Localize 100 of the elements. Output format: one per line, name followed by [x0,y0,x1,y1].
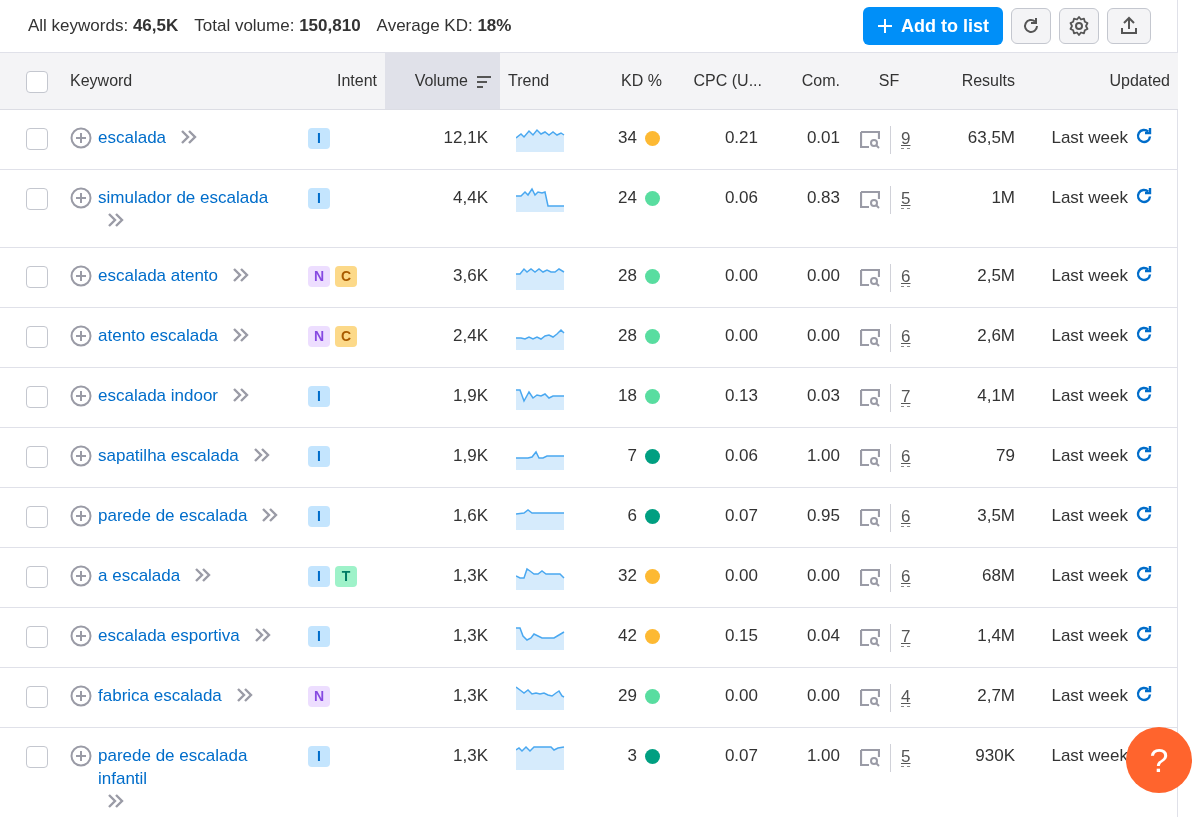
serp-features-icon[interactable] [860,329,880,347]
serp-features-count[interactable]: 6 [901,507,911,528]
add-keyword-icon[interactable] [70,445,92,467]
column-header[interactable]: Keyword [60,52,298,110]
row-checkbox[interactable] [26,685,48,708]
refresh-icon[interactable] [1011,8,1051,44]
serp-features-icon[interactable] [860,449,880,467]
serp-features-icon[interactable] [860,749,880,767]
keyword-link[interactable]: a escalada [98,564,181,587]
row-checkbox[interactable] [26,187,48,210]
row-checkbox[interactable] [26,565,48,588]
select-all-checkbox[interactable] [26,70,48,93]
double-chevron-icon[interactable] [192,567,213,583]
serp-features-icon[interactable] [860,269,880,287]
row-checkbox[interactable] [26,127,48,150]
serp-features-count[interactable]: 7 [901,387,911,408]
serp-features-count[interactable]: 5 [901,747,911,768]
serp-features-count[interactable]: 6 [901,327,911,348]
keyword-link[interactable]: escalada indoor [98,384,219,407]
add-keyword-icon[interactable] [70,325,92,347]
volume-value: 4,4K [453,188,488,207]
double-chevron-icon[interactable] [106,793,126,809]
intent-badge: I [308,446,330,467]
add-keyword-icon[interactable] [70,505,92,527]
row-checkbox[interactable] [26,505,48,528]
add-keyword-icon[interactable] [70,685,92,707]
keyword-link[interactable]: atento escalada [98,324,219,347]
volume-value: 1,9K [453,446,488,465]
add-keyword-icon[interactable] [70,187,92,209]
refresh-icon[interactable] [1134,384,1154,404]
row-checkbox[interactable] [26,265,48,288]
double-chevron-icon[interactable] [230,267,251,283]
keyword-link[interactable]: fabrica escalada [98,684,222,707]
row-checkbox[interactable] [26,745,48,768]
serp-features-icon[interactable] [860,629,880,647]
double-chevron-icon[interactable] [106,212,126,228]
refresh-icon[interactable] [1134,504,1154,524]
row-checkbox[interactable] [26,625,48,648]
serp-features-icon[interactable] [860,131,880,149]
row-checkbox[interactable] [26,325,48,348]
serp-features-icon[interactable] [860,389,880,407]
updated-text: Last week [1051,686,1128,705]
row-checkbox[interactable] [26,445,48,468]
keyword-link[interactable]: parede de escalada [98,504,248,527]
competition-value: 0.00 [806,326,840,345]
column-header[interactable]: Updated [1023,52,1178,110]
keyword-link[interactable]: escalada atento [98,264,219,287]
refresh-icon[interactable] [1134,444,1154,464]
serp-features-count[interactable]: 6 [901,567,911,588]
column-header[interactable]: Results [930,52,1023,110]
keyword-link[interactable]: escalada esportiva [98,624,240,647]
keyword-link[interactable]: parede de escalada infantil [98,744,290,790]
keyword-link[interactable]: sapatilha escalada [98,444,239,467]
double-chevron-icon[interactable] [234,687,255,703]
serp-features-count[interactable]: 6 [901,447,911,468]
serp-features-count[interactable]: 4 [901,687,911,708]
serp-features-icon[interactable] [860,509,880,527]
column-header[interactable]: Intent [298,52,385,110]
add-keyword-icon[interactable] [70,385,92,407]
column-header[interactable]: Trend [500,52,580,110]
add-keyword-icon[interactable] [70,265,92,287]
updated-text: Last week [1051,386,1128,405]
settings-icon[interactable] [1059,8,1099,44]
double-chevron-icon[interactable] [178,129,199,145]
add-keyword-icon[interactable] [70,127,92,149]
volume-value: 12,1K [443,128,488,147]
keyword-link[interactable]: escalada [98,126,167,149]
column-header[interactable]: KD % [580,52,670,110]
add-keyword-icon[interactable] [70,745,92,767]
column-header[interactable]: SF [848,52,930,110]
serp-features-icon[interactable] [860,689,880,707]
column-header[interactable]: Com. [770,52,848,110]
double-chevron-icon[interactable] [252,627,273,643]
serp-features-count[interactable]: 5 [901,189,911,210]
refresh-icon[interactable] [1134,186,1154,206]
refresh-icon[interactable] [1134,684,1154,704]
add-keyword-icon[interactable] [70,625,92,647]
double-chevron-icon[interactable] [230,327,251,343]
serp-features-count[interactable]: 7 [901,627,911,648]
double-chevron-icon[interactable] [251,447,272,463]
refresh-icon[interactable] [1134,324,1154,344]
refresh-icon[interactable] [1134,126,1154,146]
column-header[interactable]: CPC (U... [670,52,770,110]
serp-features-icon[interactable] [860,569,880,587]
serp-features-icon[interactable] [860,191,880,209]
refresh-icon[interactable] [1134,624,1154,644]
keyword-link[interactable]: simulador de escalada [98,186,269,209]
export-icon[interactable] [1107,8,1151,44]
competition-value: 1.00 [806,446,840,465]
column-header[interactable]: Volume [385,52,500,110]
kd-value: 29 [618,686,637,705]
serp-features-count[interactable]: 9 [901,129,911,150]
refresh-icon[interactable] [1134,564,1154,584]
serp-features-count[interactable]: 6 [901,267,911,288]
intent-badge: I [308,386,330,407]
double-chevron-icon[interactable] [230,387,251,403]
refresh-icon[interactable] [1134,264,1154,284]
kd-value: 28 [618,266,637,285]
add-keyword-icon[interactable] [70,565,92,587]
row-checkbox[interactable] [26,385,48,408]
